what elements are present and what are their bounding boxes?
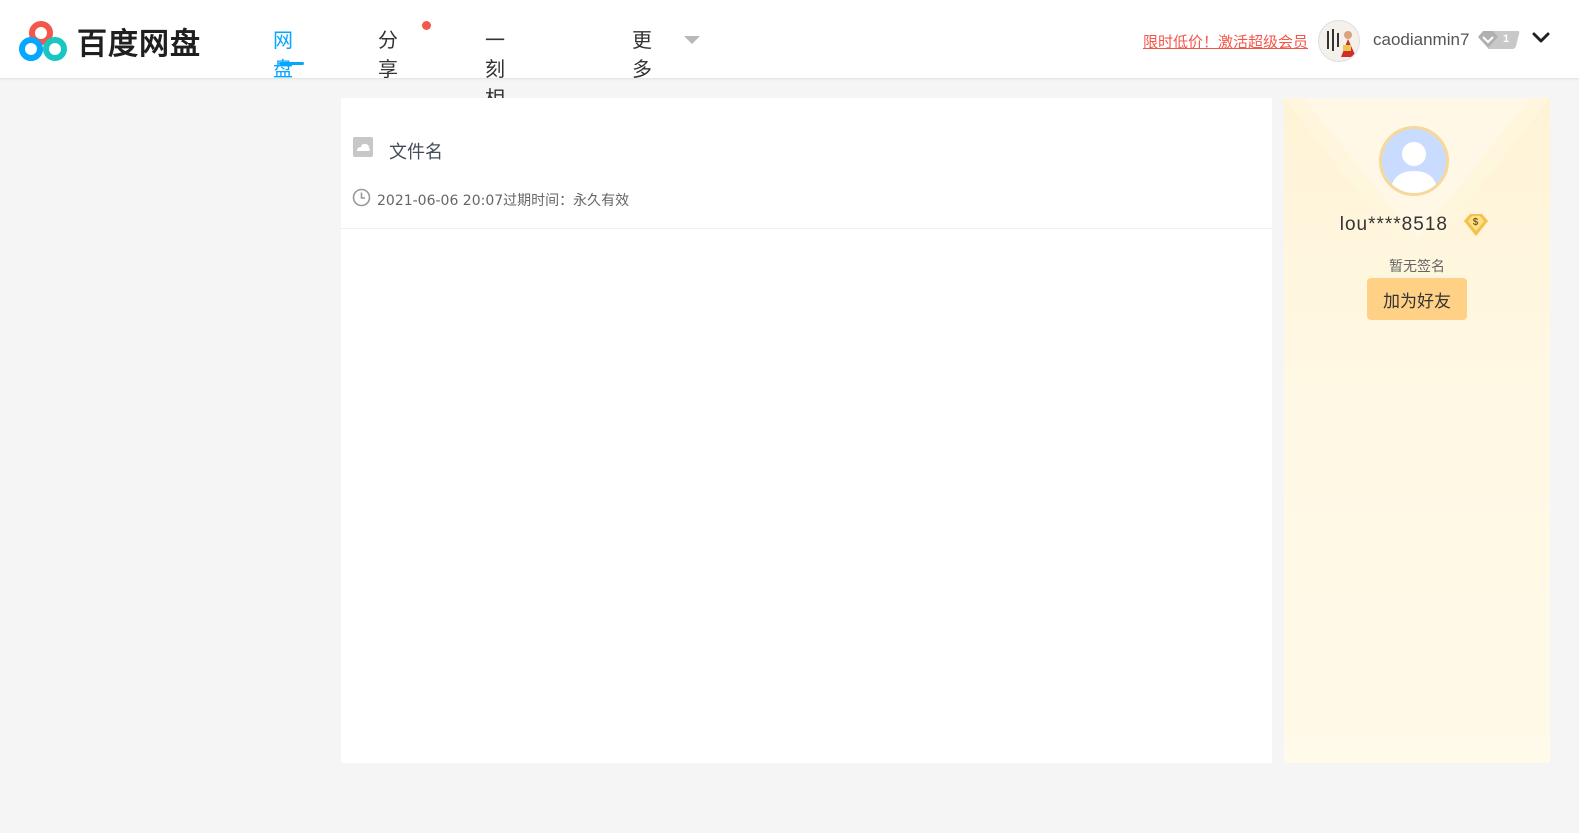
top-header: 百度网盘 网盘 分享 一刻相册 更多 限时低价！激活超级会员 caodianmi… <box>0 0 1579 139</box>
share-notification-dot <box>422 21 431 30</box>
expire-value: 永久有效 <box>573 193 630 209</box>
default-avatar-icon <box>1379 126 1449 196</box>
svg-text:$: $ <box>1473 217 1480 228</box>
diamond-icon: $ <box>1464 214 1489 236</box>
level-badge-icon <box>1478 31 1520 49</box>
more-caret-icon[interactable] <box>684 36 700 44</box>
brand-logo[interactable]: 百度网盘 <box>19 19 201 63</box>
vip-promo-link[interactable]: 限时低价！激活超级会员 <box>1143 31 1308 52</box>
add-friend-button[interactable]: 加为好友 <box>1367 278 1467 320</box>
baidu-netdisk-logo-icon <box>19 21 67 61</box>
sharer-name-row: lou****8518 $ <box>1284 213 1546 237</box>
nav-item-more[interactable]: 更多 <box>632 24 652 82</box>
brand-name: 百度网盘 <box>77 27 201 62</box>
nav-item-share[interactable]: 分享 <box>378 24 398 82</box>
sharer-profile-panel: lou****8518 $ 暂无签名 加为好友 <box>1284 98 1550 763</box>
user-avatar-icon[interactable] <box>1318 20 1360 62</box>
clock-icon <box>352 188 371 207</box>
expire-label: 过期时间： <box>503 193 574 209</box>
file-name[interactable]: 文件名 <box>389 138 443 164</box>
file-header: 文件名 2021-06-06 20:07过期时间：永久有效 <box>341 98 1272 229</box>
user-level: 1 <box>1503 33 1510 45</box>
file-meta: 2021-06-06 20:07过期时间：永久有效 <box>377 190 629 210</box>
sharer-name: lou****8518 <box>1339 214 1448 235</box>
file-image-icon <box>353 137 373 157</box>
shared-file-panel: 文件名 2021-06-06 20:07过期时间：永久有效 <box>341 98 1272 763</box>
chevron-down-icon[interactable] <box>1531 28 1551 48</box>
nav-item-netdisk[interactable]: 网盘 <box>273 24 293 82</box>
username[interactable]: caodianmin7 <box>1373 30 1469 50</box>
share-time: 2021-06-06 20:07 <box>377 193 504 209</box>
active-nav-indicator <box>279 62 304 65</box>
sharer-signature: 暂无签名 <box>1389 259 1445 275</box>
